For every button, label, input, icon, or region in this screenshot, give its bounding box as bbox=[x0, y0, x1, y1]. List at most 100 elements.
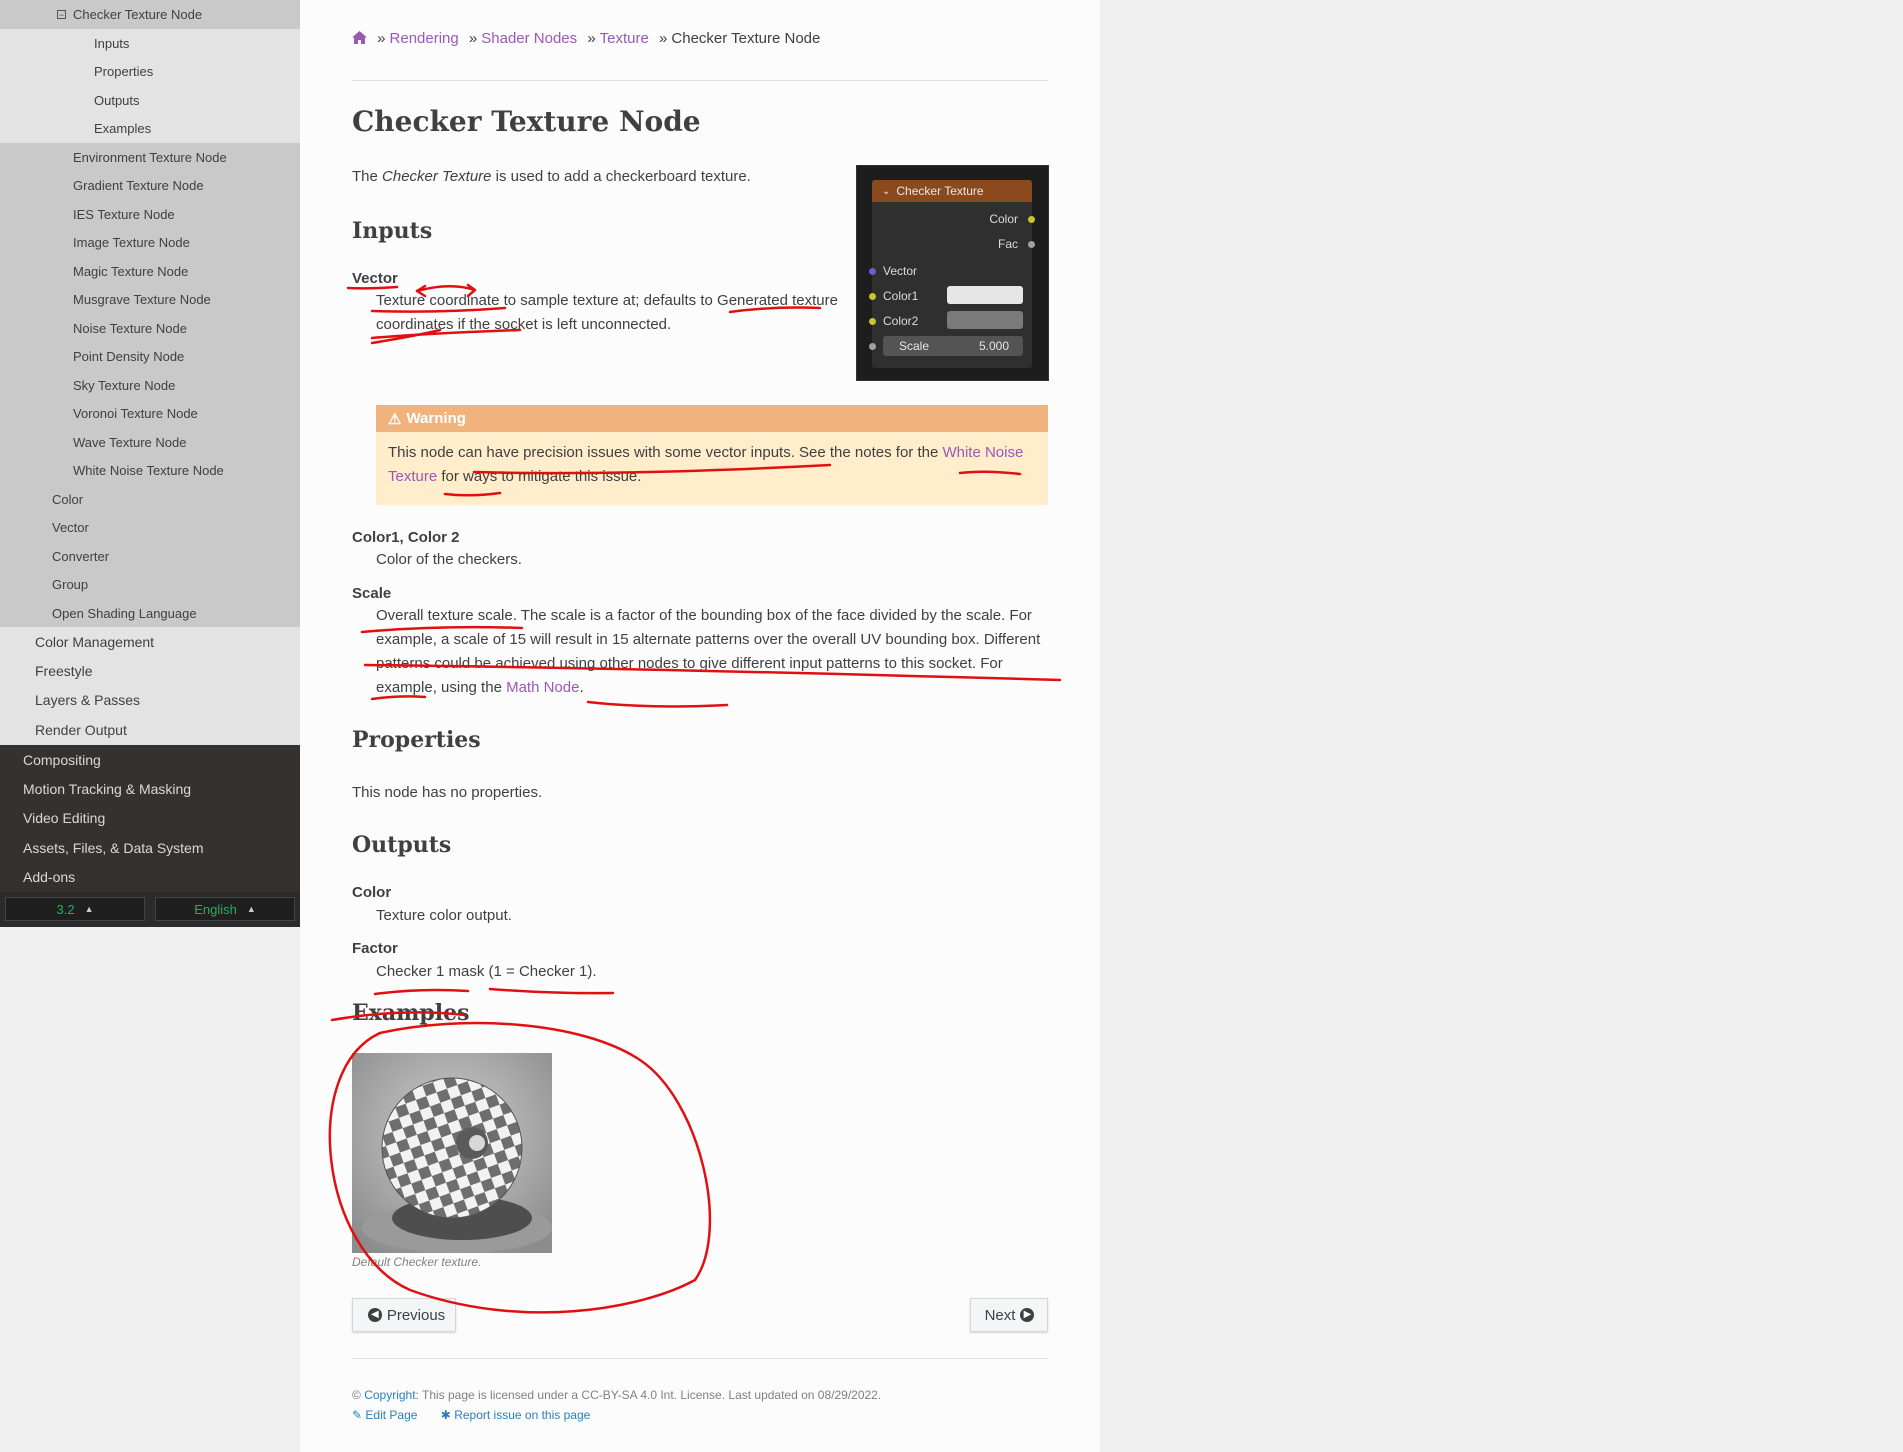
vector-term: Vector bbox=[352, 270, 398, 287]
node-input-color1: Color1 bbox=[883, 289, 919, 303]
footer-links: ✎ Edit Page ✱ Report issue on this page bbox=[352, 1408, 590, 1422]
output-color-description: Texture color output. bbox=[376, 907, 512, 924]
sidebar-item-label: Magic Texture Node bbox=[73, 263, 189, 279]
node-output-color: Color bbox=[989, 212, 1018, 226]
node-title: Checker Texture bbox=[896, 184, 984, 198]
sidebar-item-voronoi-texture-node[interactable]: Voronoi Texture Node bbox=[0, 399, 300, 428]
sidebar-item-compositing[interactable]: Compositing bbox=[0, 745, 300, 774]
math-node-link[interactable]: Math Node bbox=[506, 679, 579, 696]
sidebar-item-open-shading-language[interactable]: Open Shading Language bbox=[0, 599, 300, 627]
footer-license: © Copyright: This page is licensed under… bbox=[352, 1388, 881, 1402]
copyright-link[interactable]: Copyright bbox=[364, 1388, 415, 1402]
breadcrumb-rendering[interactable]: Rendering bbox=[390, 30, 459, 47]
license-text: : This page is licensed under a CC-BY-SA… bbox=[415, 1388, 882, 1402]
breadcrumb: » Rendering » Shader Nodes » Texture » Check… bbox=[352, 30, 820, 47]
sidebar-item-label: Checker Texture Node bbox=[73, 7, 203, 22]
sidebar-item-assets-files-data-system[interactable]: Assets, Files, & Data System bbox=[0, 833, 300, 862]
socket-vector-in bbox=[869, 268, 876, 275]
breadcrumb-texture[interactable]: Texture bbox=[600, 30, 649, 47]
sidebar-item-video-editing[interactable]: Video Editing bbox=[0, 803, 300, 833]
report-issue-link[interactable]: ✱ Report issue on this page bbox=[441, 1408, 591, 1422]
intro-emphasis: Checker Texture bbox=[382, 168, 492, 185]
socket-color1-in bbox=[869, 293, 876, 300]
checker-texture-node-image: ⌄ Checker Texture Color Fac Vector Color… bbox=[856, 165, 1049, 381]
sidebar-item-label: White Noise Texture Node bbox=[73, 463, 224, 478]
sidebar-item-label: Vector bbox=[52, 520, 89, 535]
sidebar-item-checker-texture-node[interactable]: − Checker Texture Node bbox=[0, 0, 300, 29]
sidebar-item-magic-texture-node[interactable]: Magic Texture Node bbox=[0, 257, 300, 285]
sidebar-item-label: Compositing bbox=[23, 751, 101, 768]
sidebar-item-converter[interactable]: Converter bbox=[0, 542, 300, 570]
copyright-symbol: © bbox=[352, 1388, 361, 1402]
node-header: ⌄ Checker Texture bbox=[872, 180, 1032, 202]
sidebar-item-properties[interactable]: Properties bbox=[0, 57, 300, 86]
sidebar-item-label: Video Editing bbox=[23, 810, 106, 826]
version-selector[interactable]: 3.2 ▲ bbox=[5, 897, 145, 921]
next-label: Next bbox=[984, 1306, 1016, 1324]
divider bbox=[352, 1358, 1048, 1359]
sidebar-item-add-ons[interactable]: Add-ons bbox=[0, 862, 300, 892]
sidebar-item-vector[interactable]: Vector bbox=[0, 513, 300, 542]
vector-description: Texture coordinate to sample texture at;… bbox=[376, 292, 838, 333]
sidebar-item-environment-texture-node[interactable]: Environment Texture Node bbox=[0, 143, 300, 171]
sidebar-item-white-noise-texture-node[interactable]: White Noise Texture Node bbox=[0, 456, 300, 485]
sidebar-item-label: Inputs bbox=[94, 35, 130, 51]
scale-term: Scale bbox=[352, 585, 392, 602]
breadcrumb-current: Checker Texture Node bbox=[671, 30, 821, 47]
sidebar-item-label: Outputs bbox=[94, 92, 140, 108]
output-factor-term: Factor bbox=[352, 940, 398, 957]
home-icon[interactable] bbox=[352, 30, 371, 47]
sidebar-item-label: Examples bbox=[94, 121, 152, 136]
sidebar-item-freestyle[interactable]: Freestyle bbox=[0, 656, 300, 685]
sidebar-item-label: Color Management bbox=[35, 633, 155, 650]
sidebar-item-label: Render Output bbox=[35, 722, 127, 738]
caret-up-icon: ▲ bbox=[246, 904, 256, 914]
sidebar-item-sky-texture-node[interactable]: Sky Texture Node bbox=[0, 371, 300, 399]
scale-description-text: Overall texture scale. The scale is a fa… bbox=[376, 607, 1041, 696]
sidebar-item-render-output[interactable]: Render Output bbox=[0, 715, 300, 745]
sidebar-item-point-density-node[interactable]: Point Density Node bbox=[0, 342, 300, 371]
intro-suffix: is used to add a checkerboard texture. bbox=[491, 168, 751, 185]
scale-description-end: . bbox=[579, 679, 584, 696]
caret-up-icon: ▲ bbox=[84, 904, 94, 914]
examples-heading: Examples bbox=[352, 1000, 470, 1026]
breadcrumb-shader-nodes[interactable]: Shader Nodes bbox=[481, 30, 577, 47]
version-label: 3.2 bbox=[56, 901, 75, 917]
sidebar-item-color-management[interactable]: Color Management bbox=[0, 627, 300, 656]
sidebar-item-outputs[interactable]: Outputs bbox=[0, 86, 300, 114]
socket-scale-in bbox=[869, 343, 876, 350]
scale-description: Overall texture scale. The scale is a fa… bbox=[376, 604, 1048, 700]
node-input-vector: Vector bbox=[883, 264, 918, 278]
warning-text: This node can have precision issues with… bbox=[388, 444, 943, 461]
sidebar-item-motion-tracking-masking[interactable]: Motion Tracking & Masking bbox=[0, 774, 300, 803]
sidebar-item-wave-texture-node[interactable]: Wave Texture Node bbox=[0, 428, 300, 456]
intro-text: The Checker Texture is used to add a che… bbox=[352, 165, 832, 189]
breadcrumb-separator: » bbox=[468, 30, 478, 47]
sidebar-item-examples[interactable]: Examples bbox=[0, 114, 300, 143]
warning-admonition: ⚠ Warning This node can have precision i… bbox=[376, 405, 1048, 505]
sidebar-item-ies-texture-node[interactable]: IES Texture Node bbox=[0, 200, 300, 228]
sidebar-item-gradient-texture-node[interactable]: Gradient Texture Node bbox=[0, 171, 300, 200]
collapse-icon[interactable]: − bbox=[57, 10, 66, 20]
sidebar-item-layers-passes[interactable]: Layers & Passes bbox=[0, 685, 300, 715]
sidebar-item-label: Musgrave Texture Node bbox=[73, 292, 211, 307]
scale-field: Scale 5.000 bbox=[883, 336, 1023, 356]
sidebar-item-musgrave-texture-node[interactable]: Musgrave Texture Node bbox=[0, 285, 300, 314]
sidebar-item-color[interactable]: Color bbox=[0, 485, 300, 513]
sidebar-item-inputs[interactable]: Inputs bbox=[0, 29, 300, 57]
bug-icon: ✱ bbox=[440, 1408, 451, 1422]
sidebar-item-image-texture-node[interactable]: Image Texture Node bbox=[0, 228, 300, 257]
warning-text-end: for ways to mitigate this issue. bbox=[437, 468, 642, 485]
sidebar-item-label: Image Texture Node bbox=[73, 235, 190, 250]
chevron-down-icon: ⌄ bbox=[882, 185, 891, 197]
sidebar-item-label: Converter bbox=[52, 548, 110, 564]
page-title: Checker Texture Node bbox=[352, 105, 701, 138]
next-button[interactable]: Next ▶ bbox=[970, 1298, 1048, 1332]
language-selector[interactable]: English ▲ bbox=[155, 897, 295, 921]
edit-page-link[interactable]: ✎ Edit Page bbox=[352, 1408, 417, 1422]
report-issue-label: Report issue on this page bbox=[454, 1408, 591, 1422]
sidebar-item-group[interactable]: Group bbox=[0, 570, 300, 599]
previous-button[interactable]: ◀ Previous bbox=[352, 1298, 456, 1332]
sidebar-item-noise-texture-node[interactable]: Noise Texture Node bbox=[0, 314, 300, 342]
sidebar-item-label: Environment Texture Node bbox=[73, 149, 227, 165]
